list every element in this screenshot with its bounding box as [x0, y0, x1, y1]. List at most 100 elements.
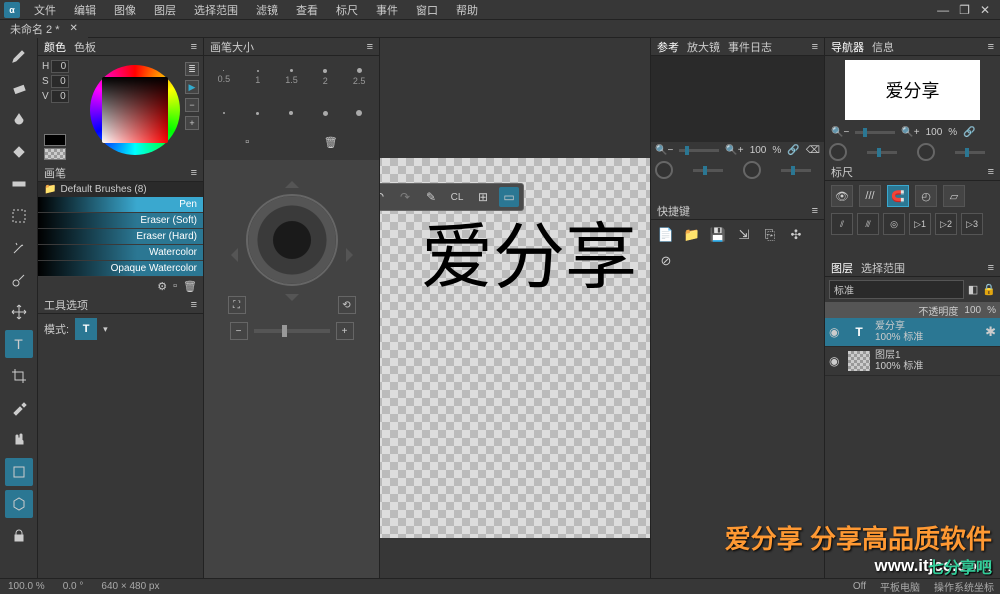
menu-view[interactable]: 查看: [288, 0, 326, 20]
ref-link-icon[interactable]: 🔗: [787, 145, 799, 156]
brush-settings-icon[interactable]: ⚙: [157, 280, 167, 293]
ref-zoom-out-icon[interactable]: 🔍−: [655, 145, 673, 156]
sc-new-icon[interactable]: 📄: [657, 226, 675, 244]
select-brush-tool[interactable]: [5, 266, 33, 294]
dial-zoom-out-icon[interactable]: −: [230, 322, 248, 340]
menu-help[interactable]: 帮助: [448, 0, 486, 20]
s-value[interactable]: 0: [51, 75, 69, 88]
ruler-preset-5[interactable]: ▷2: [935, 213, 957, 235]
ref-clear-icon[interactable]: ⌫: [806, 145, 820, 156]
visibility-icon[interactable]: ◉: [829, 325, 843, 339]
canvas-text[interactable]: 爱分享: [421, 198, 637, 303]
brush-panel-menu-icon[interactable]: ≡: [191, 167, 197, 179]
opacity-value[interactable]: 100: [964, 305, 981, 316]
sc-save-icon[interactable]: 💾: [709, 226, 727, 244]
selection-tab[interactable]: 选择范围: [861, 260, 905, 276]
palette-tab[interactable]: 色板: [74, 39, 96, 55]
layers-tab[interactable]: 图层: [831, 260, 853, 276]
info-tab[interactable]: 信息: [872, 39, 894, 55]
dial-zoom-in-icon[interactable]: +: [336, 322, 354, 340]
ruler-preset-3[interactable]: ◎: [883, 213, 905, 235]
sc-export-icon[interactable]: ⇲: [735, 226, 753, 244]
color-play-icon[interactable]: ▶: [185, 80, 199, 94]
color-bars-icon[interactable]: ≣: [185, 62, 199, 76]
fill-tool[interactable]: [5, 138, 33, 166]
close-button[interactable]: ✕: [980, 3, 990, 17]
ruler-preset-2[interactable]: ⫻: [857, 213, 879, 235]
menu-window[interactable]: 窗口: [408, 0, 446, 20]
color-minus-icon[interactable]: −: [185, 98, 199, 112]
visibility-icon[interactable]: ◉: [829, 354, 843, 368]
nav-dial2[interactable]: [917, 143, 935, 161]
menu-ruler[interactable]: 标尺: [328, 0, 366, 20]
layers-menu-icon[interactable]: ≡: [988, 262, 994, 274]
ruler-preset-1[interactable]: ⫽: [831, 213, 853, 235]
sc-transform-icon[interactable]: ✣: [787, 226, 805, 244]
brush-group[interactable]: 📁 Default Brushes (8): [38, 182, 203, 197]
menu-file[interactable]: 文件: [26, 0, 64, 20]
layer-clip-icon[interactable]: ◧: [968, 283, 978, 296]
h-value[interactable]: 0: [51, 60, 69, 73]
lock-tool[interactable]: [5, 522, 33, 550]
nav-panel-menu-icon[interactable]: ≡: [988, 41, 994, 53]
ruler-preset-6[interactable]: ▷3: [961, 213, 983, 235]
size-r2-5[interactable]: [343, 96, 375, 130]
brush-item-pen[interactable]: Pen: [38, 197, 203, 213]
menu-filter[interactable]: 滤镜: [248, 0, 286, 20]
layer-row-1[interactable]: ◉ 图层1 100% 标准: [825, 347, 1000, 376]
eventlog-tab[interactable]: 事件日志: [728, 39, 772, 55]
navigator-tab[interactable]: 导航器: [831, 39, 864, 55]
maximize-button[interactable]: ❐: [959, 3, 970, 17]
shortcuts-menu-icon[interactable]: ≡: [812, 205, 818, 217]
eyedropper-tool[interactable]: [5, 394, 33, 422]
size-r2-3[interactable]: [276, 96, 308, 130]
blend-tool[interactable]: [5, 106, 33, 134]
color-panel-menu-icon[interactable]: ≡: [191, 41, 197, 53]
menu-layer[interactable]: 图层: [146, 0, 184, 20]
color-plus-icon[interactable]: +: [185, 116, 199, 130]
canvas[interactable]: 爱分享: [379, 158, 650, 538]
size-2[interactable]: 2: [309, 60, 341, 94]
select-icon[interactable]: ▭: [499, 187, 519, 207]
dial-up-arrow[interactable]: [285, 174, 299, 188]
move-tool[interactable]: [5, 298, 33, 326]
clear-icon[interactable]: CL: [447, 187, 467, 207]
ruler-preset-4[interactable]: ▷1: [909, 213, 931, 235]
ruler-snap-icon[interactable]: 🧲: [887, 185, 909, 207]
ref-zoom-in-icon[interactable]: 🔍+: [725, 145, 743, 156]
dial-right-arrow[interactable]: [346, 248, 360, 262]
undo-icon[interactable]: ↶: [379, 187, 389, 207]
color-tab[interactable]: 颜色: [44, 39, 66, 55]
mode-dropdown-icon[interactable]: ▾: [103, 324, 108, 335]
crop-tool[interactable]: [5, 362, 33, 390]
ref-zoom-slider[interactable]: [679, 149, 719, 152]
v-value[interactable]: 0: [51, 90, 69, 103]
gradient-tool[interactable]: [5, 170, 33, 198]
wand-tool[interactable]: [5, 234, 33, 262]
close-tab-icon[interactable]: ✕: [70, 23, 78, 34]
ref-panel-menu-icon[interactable]: ≡: [812, 41, 818, 53]
size-r2-2[interactable]: [242, 96, 274, 130]
minimize-button[interactable]: —: [937, 3, 949, 17]
hand-tool[interactable]: [5, 426, 33, 454]
dial-fit-icon[interactable]: ⛶: [228, 296, 246, 314]
layer-settings-icon[interactable]: ✱: [985, 324, 996, 340]
navigator-preview[interactable]: 爱分享: [845, 60, 980, 120]
background-swatch[interactable]: [44, 148, 66, 160]
dial-down-arrow[interactable]: [285, 294, 299, 308]
ruler-lines-icon[interactable]: ///: [859, 185, 881, 207]
size-r2-1[interactable]: [208, 96, 240, 130]
color-square[interactable]: [102, 77, 168, 143]
menu-event[interactable]: 事件: [368, 0, 406, 20]
blend-mode-select[interactable]: 标准: [829, 280, 964, 299]
size-1[interactable]: 1: [242, 60, 274, 94]
eraser-tool[interactable]: [5, 74, 33, 102]
nav-dial1[interactable]: [829, 143, 847, 161]
dial-ring[interactable]: [246, 194, 338, 286]
brush-size-menu-icon[interactable]: ≡: [367, 41, 373, 53]
size-1-5[interactable]: 1.5: [276, 60, 308, 94]
brush-item-eraser-soft[interactable]: Eraser (Soft): [38, 213, 203, 229]
redo-icon[interactable]: ↷: [395, 187, 415, 207]
size-new-icon[interactable]: ▫: [245, 136, 249, 149]
sc-copy-icon[interactable]: ⎘: [761, 226, 779, 244]
